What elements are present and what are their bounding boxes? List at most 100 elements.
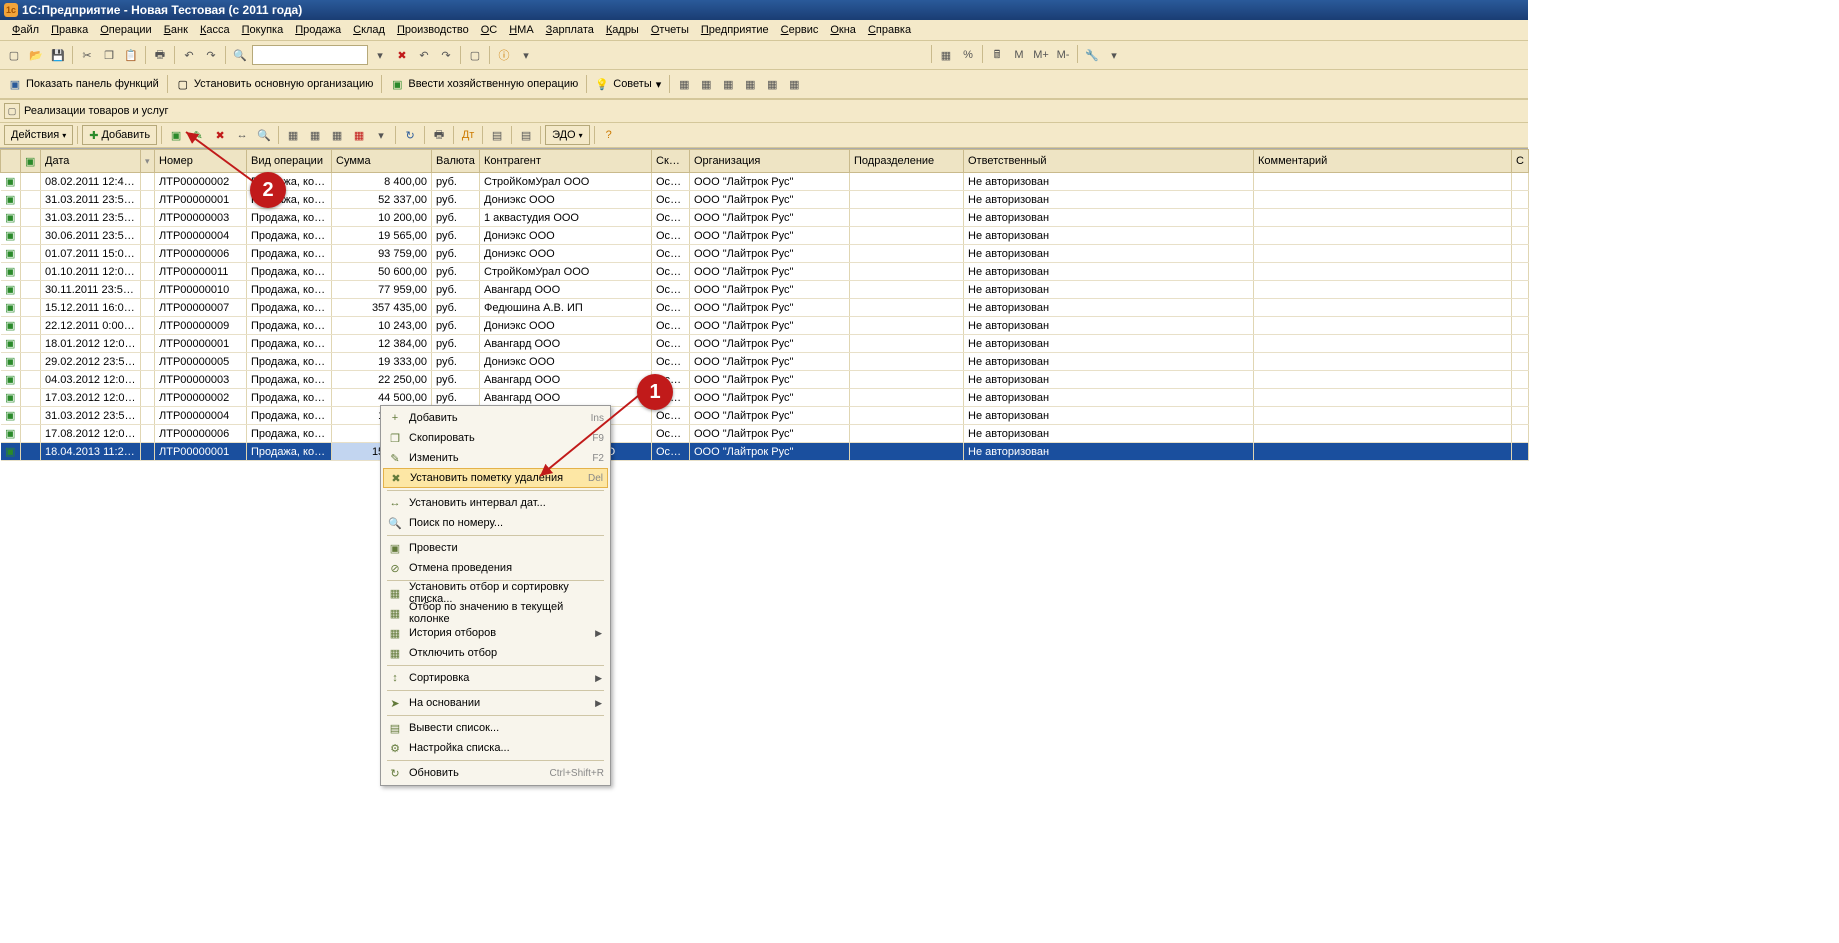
ctx-отбор-по-значению-в-текущей-колонке[interactable]: ▦Отбор по значению в текущей колонке	[383, 603, 608, 623]
dropdown-icon[interactable]: ▾	[1104, 45, 1124, 65]
delete-mark-icon[interactable]: ✖	[210, 125, 230, 145]
col-header[interactable]: С	[1512, 150, 1529, 173]
ctx-обновить[interactable]: ↻ОбновитьCtrl+Shift+R	[383, 763, 608, 783]
menu-операции[interactable]: Операции	[94, 22, 157, 38]
menu-кадры[interactable]: Кадры	[600, 22, 645, 38]
ctx-отмена-проведения[interactable]: ⊘Отмена проведения	[383, 558, 608, 578]
ctx-провести[interactable]: ▣Провести	[383, 538, 608, 558]
table-row[interactable]: ▣30.06.2011 23:59:59ЛТР00000004Продажа, …	[1, 227, 1529, 245]
col-header[interactable]: Организация	[690, 150, 850, 173]
print-icon[interactable]: 🖶	[150, 45, 170, 65]
col-header[interactable]: Подразделение	[850, 150, 964, 173]
print-icon[interactable]: 🖶	[429, 125, 449, 145]
interval-icon[interactable]: ↔	[232, 125, 252, 145]
find-num-icon[interactable]: 🔍	[254, 125, 274, 145]
menu-нма[interactable]: НМА	[503, 22, 539, 38]
table-row[interactable]: ▣15.12.2011 16:00:59ЛТР00000007Продажа, …	[1, 299, 1529, 317]
col-header[interactable]: Контрагент	[480, 150, 652, 173]
close-tab-button[interactable]: ▢	[4, 103, 20, 119]
menu-правка[interactable]: Правка	[45, 22, 94, 38]
advice-button[interactable]: 💡 Советы ▾	[591, 75, 665, 93]
show-panel-button[interactable]: ▣ Показать панель функций	[4, 75, 163, 93]
menu-продажа[interactable]: Продажа	[289, 22, 347, 38]
ctx-отключить-отбор[interactable]: ▦Отключить отбор	[383, 643, 608, 663]
ctx-вывести-список-[interactable]: ▤Вывести список...	[383, 718, 608, 738]
edit-icon[interactable]: ✎	[188, 125, 208, 145]
menu-зарплата[interactable]: Зарплата	[540, 22, 600, 38]
ctx-изменить[interactable]: ✎ИзменитьF2	[383, 448, 608, 468]
add-button[interactable]: ✚ Добавить	[82, 125, 157, 145]
ctx-настройка-списка-[interactable]: ⚙Настройка списка...	[383, 738, 608, 758]
menu-сервис[interactable]: Сервис	[775, 22, 825, 38]
table-row[interactable]: ▣08.02.2011 12:43:21ЛТР00000002Продажа, …	[1, 173, 1529, 191]
nav-fwd-icon[interactable]: ↷	[436, 45, 456, 65]
table-row[interactable]: ▣01.10.2011 12:00:00ЛТР00000011Продажа, …	[1, 263, 1529, 281]
col-header[interactable]: Ответственный	[964, 150, 1254, 173]
rep4-icon[interactable]: ▦	[740, 74, 760, 94]
enter-op-button[interactable]: ▣ Ввести хозяйственную операцию	[386, 75, 582, 93]
menu-отчеты[interactable]: Отчеты	[645, 22, 695, 38]
table-row[interactable]: ▣17.03.2012 12:00:00ЛТР00000002Продажа, …	[1, 389, 1529, 407]
open-icon[interactable]: 📂	[26, 45, 46, 65]
table-row[interactable]: ▣18.04.2013 11:24:40ЛТР00000001Продажа, …	[1, 443, 1529, 461]
table-row[interactable]: ▣17.08.2012 12:00:01ЛТР00000006Продажа, …	[1, 425, 1529, 443]
ctx-установить-пометку-удаления[interactable]: ✖Установить пометку удаленияDel	[383, 468, 608, 488]
percent-icon[interactable]: %	[958, 45, 978, 65]
tool-icon[interactable]: 🔧	[1082, 45, 1102, 65]
help-icon[interactable]: ?	[599, 125, 619, 145]
ctx-на-основании[interactable]: ➤На основании▶	[383, 693, 608, 713]
mem-mminus[interactable]: M-	[1053, 45, 1073, 65]
rep1-icon[interactable]: ▦	[674, 74, 694, 94]
filter1-icon[interactable]: ▦	[283, 125, 303, 145]
document-grid[interactable]: ▣Дата▾НомерВид операцииСуммаВалютаКонтра…	[0, 149, 1529, 461]
rep6-icon[interactable]: ▦	[784, 74, 804, 94]
col-header[interactable]: ▾	[141, 150, 155, 173]
undo-icon[interactable]: ↶	[179, 45, 199, 65]
post-icon[interactable]: ↻	[400, 125, 420, 145]
dropdown-icon[interactable]: ▾	[516, 45, 536, 65]
menu-касса[interactable]: Касса	[194, 22, 236, 38]
col-header[interactable]: Дата	[41, 150, 141, 173]
set-org-button[interactable]: ▢ Установить основную организацию	[172, 75, 378, 93]
filter3-icon[interactable]: ▦	[327, 125, 347, 145]
menu-банк[interactable]: Банк	[158, 22, 194, 38]
filter2-icon[interactable]: ▦	[305, 125, 325, 145]
rep2-icon[interactable]: ▦	[696, 74, 716, 94]
calc-icon[interactable]: 🖩	[987, 45, 1007, 65]
save-icon[interactable]: 💾	[48, 45, 68, 65]
add-icon[interactable]: ▣	[166, 125, 186, 145]
cut-icon[interactable]: ✂	[77, 45, 97, 65]
table-row[interactable]: ▣18.01.2012 12:00:02ЛТР00000001Продажа, …	[1, 335, 1529, 353]
col-header[interactable]	[1, 150, 21, 173]
ctx-добавить[interactable]: +ДобавитьIns	[383, 408, 608, 428]
ctx-установить-отбор-и-сортировку-списка-[interactable]: ▦Установить отбор и сортировку списка...	[383, 583, 608, 603]
menu-предприятие[interactable]: Предприятие	[695, 22, 775, 38]
dropdown-icon[interactable]: ▾	[370, 45, 390, 65]
col-header[interactable]: ▣	[21, 150, 41, 173]
actions-button[interactable]: Действия ▾	[4, 125, 73, 145]
table-row[interactable]: ▣04.03.2012 12:00:00ЛТР00000003Продажа, …	[1, 371, 1529, 389]
nav-back-icon[interactable]: ↶	[414, 45, 434, 65]
table-row[interactable]: ▣31.03.2011 23:59:59ЛТР00000003Продажа, …	[1, 209, 1529, 227]
table-row[interactable]: ▣29.02.2012 23:59:59ЛТР00000005Продажа, …	[1, 353, 1529, 371]
ctx-установить-интервал-дат-[interactable]: ↔Установить интервал дат...	[383, 493, 608, 513]
edo-button[interactable]: ЭДО ▾	[545, 125, 590, 145]
mem-mplus[interactable]: M+	[1031, 45, 1051, 65]
struct-icon[interactable]: ▤	[516, 125, 536, 145]
ctx-история-отборов[interactable]: ▦История отборов▶	[383, 623, 608, 643]
new-icon[interactable]: ▢	[4, 45, 24, 65]
table-icon[interactable]: ▦	[936, 45, 956, 65]
window-icon[interactable]: ▢	[465, 45, 485, 65]
menu-файл[interactable]: Файл	[6, 22, 45, 38]
table-row[interactable]: ▣31.03.2012 23:59:59ЛТР00000004Продажа, …	[1, 407, 1529, 425]
menu-ос[interactable]: ОС	[475, 22, 504, 38]
ctx-поиск-по-номеру-[interactable]: 🔍Поиск по номеру...	[383, 513, 608, 533]
redo-icon[interactable]: ↷	[201, 45, 221, 65]
rep3-icon[interactable]: ▦	[718, 74, 738, 94]
ctx-сортировка[interactable]: ↕Сортировка▶	[383, 668, 608, 688]
table-row[interactable]: ▣30.11.2011 23:59:59ЛТР00000010Продажа, …	[1, 281, 1529, 299]
col-header[interactable]: Вид операции	[247, 150, 332, 173]
col-header[interactable]: Склад	[652, 150, 690, 173]
ctx-скопировать[interactable]: ❐СкопироватьF9	[383, 428, 608, 448]
col-header[interactable]: Номер	[155, 150, 247, 173]
